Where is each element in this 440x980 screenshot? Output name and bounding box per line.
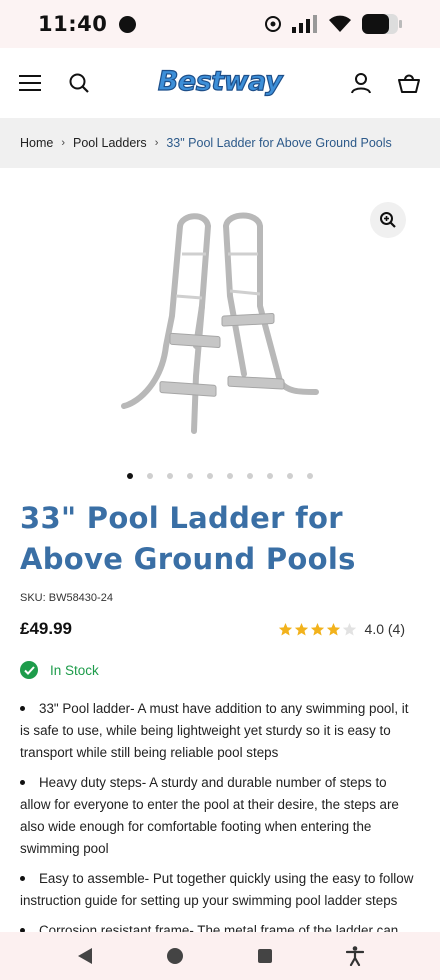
breadcrumb-current[interactable]: 33" Pool Ladder for Above Ground Pools	[166, 136, 391, 150]
product-price: £49.99	[20, 619, 72, 638]
gallery-dot[interactable]	[287, 473, 293, 479]
feature-item: Heavy duty steps- A sturdy and durable n…	[20, 772, 420, 860]
site-header: Bestway	[0, 48, 440, 118]
status-time: 11:40	[38, 12, 108, 36]
product-gallery[interactable]	[0, 168, 440, 498]
recents-icon[interactable]	[245, 936, 285, 976]
product-rating[interactable]: 4.0 (4)	[278, 621, 405, 637]
sync-icon	[265, 16, 281, 32]
gallery-dot[interactable]	[187, 473, 193, 479]
menu-icon[interactable]	[18, 70, 44, 96]
signal-icon	[292, 15, 317, 33]
gallery-dot[interactable]	[207, 473, 213, 479]
price-rating-row: £49.99 4.0 (4)	[20, 619, 405, 639]
search-icon[interactable]	[66, 70, 92, 96]
status-bar: 11:40	[0, 0, 440, 48]
check-icon	[20, 661, 38, 679]
gallery-dot[interactable]	[247, 473, 253, 479]
star-icon	[342, 622, 356, 635]
breadcrumb-home[interactable]: Home	[20, 136, 53, 150]
home-icon[interactable]	[155, 936, 195, 976]
system-navigation-bar	[0, 932, 440, 980]
zoom-in-icon[interactable]	[370, 202, 406, 238]
feature-item: 33" Pool ladder- A must have addition to…	[20, 698, 420, 764]
rating-text: 4.0 (4)	[364, 621, 405, 637]
gallery-dot[interactable]	[167, 473, 173, 479]
stock-label: In Stock	[50, 662, 99, 678]
gallery-pagination	[0, 473, 440, 479]
gallery-dot[interactable]	[147, 473, 153, 479]
feature-item: Easy to assemble- Put together quickly u…	[20, 868, 420, 912]
account-icon[interactable]	[348, 70, 374, 96]
notification-dot-icon	[119, 15, 137, 33]
breadcrumb-pool-ladders[interactable]: Pool Ladders	[73, 136, 147, 150]
pool-ladder-image	[121, 212, 319, 434]
gallery-dot[interactable]	[267, 473, 273, 479]
product-title: 33" Pool Ladder for Above Ground Pools	[20, 501, 356, 576]
stock-status: In Stock	[20, 661, 99, 679]
gallery-dot[interactable]	[227, 473, 233, 479]
star-icon	[278, 622, 292, 635]
gallery-dot[interactable]	[127, 473, 133, 479]
chevron-right-icon: ›	[154, 137, 159, 149]
product-features: 33" Pool ladder- A must have addition to…	[20, 698, 420, 972]
battery-icon	[362, 14, 402, 34]
star-icon	[326, 622, 340, 635]
back-icon[interactable]	[65, 936, 105, 976]
bestway-logo[interactable]: Bestway	[157, 65, 283, 97]
basket-icon[interactable]	[396, 70, 422, 96]
product-sku: SKU: BW58430-24	[20, 592, 113, 604]
gallery-dot[interactable]	[307, 473, 313, 479]
rating-stars	[278, 622, 357, 637]
chevron-right-icon: ›	[61, 137, 66, 149]
star-icon	[294, 622, 308, 635]
wifi-icon	[329, 15, 351, 32]
breadcrumb: Home › Pool Ladders › 33" Pool Ladder fo…	[0, 118, 440, 168]
star-icon	[310, 622, 324, 635]
accessibility-icon[interactable]	[335, 936, 375, 976]
